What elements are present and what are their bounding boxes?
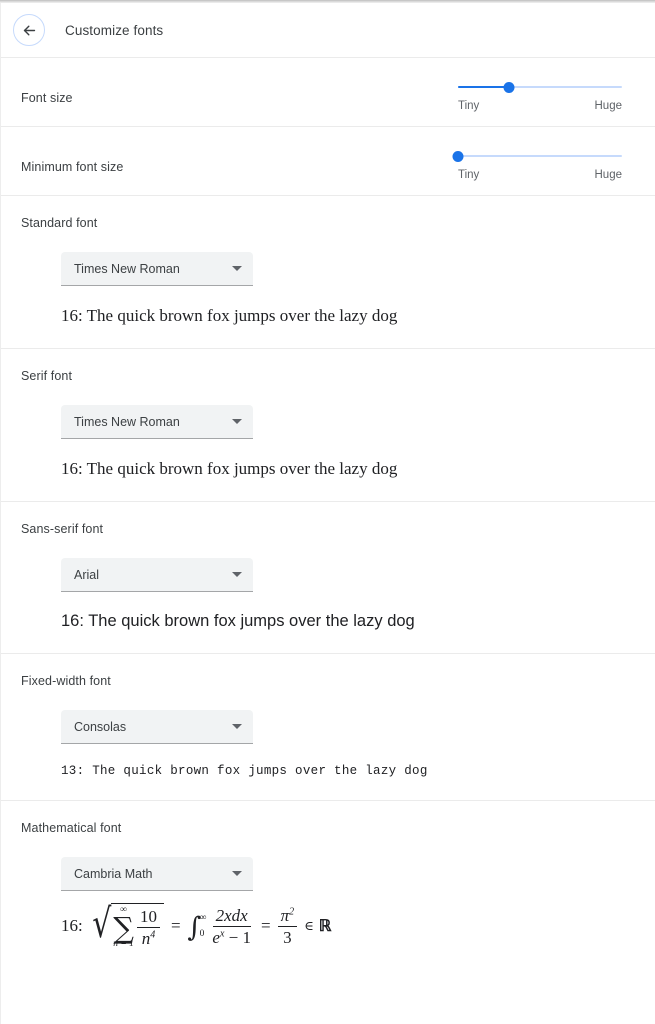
chevron-down-icon <box>232 724 242 729</box>
slider-thumb[interactable] <box>452 150 464 162</box>
sans-serif-font-sample: 16: The quick brown fox jumps over the l… <box>61 612 415 630</box>
math-sample-prefix: 16: <box>61 916 83 936</box>
sigma-icon: ∑ <box>113 910 134 945</box>
slider-thumb[interactable] <box>503 81 515 93</box>
fixed-width-font-section: Fixed-width font Consolas 13: The quick … <box>1 654 655 800</box>
square-root-expression: √ ∞ ∑ n = 1 10 n4 <box>89 903 164 950</box>
standard-font-section: Standard font Times New Roman 16: The qu… <box>1 196 655 348</box>
mathematical-font-sample: 16: √ ∞ ∑ n = 1 10 n4 = ∫ ∞ 0 2xdx ex − … <box>61 891 635 976</box>
back-button[interactable] <box>13 14 45 46</box>
chevron-down-icon <box>232 871 242 876</box>
mathematical-font-section: Mathematical font Cambria Math 16: √ ∞ ∑… <box>1 801 655 976</box>
standard-font-label: Standard font <box>21 216 98 230</box>
equals-sign-2: = <box>260 916 271 936</box>
fixed-width-font-select[interactable]: Consolas <box>61 710 253 744</box>
standard-font-selected-value: Times New Roman <box>74 261 180 276</box>
integrand-denominator: ex − 1 <box>209 927 254 947</box>
fixed-width-font-sample: 13: The quick brown fox jumps over the l… <box>61 764 428 778</box>
minimum-font-size-slider[interactable]: Tiny Huge <box>452 149 622 181</box>
chevron-down-icon <box>232 266 242 271</box>
serif-font-label: Serif font <box>21 369 73 383</box>
standard-font-select[interactable]: Times New Roman <box>61 252 253 286</box>
real-numbers-symbol: ℝ <box>318 918 332 936</box>
radicand: ∞ ∑ n = 1 10 n4 <box>111 903 164 950</box>
fraction-numerator: 10 <box>136 907 160 929</box>
page-title: Customize fonts <box>65 22 164 38</box>
integrand-numerator: 2xdx <box>212 906 251 927</box>
sans-serif-font-select-wrapper: Arial <box>61 558 635 592</box>
denominator-base: e <box>212 927 220 947</box>
serif-font-select-wrapper: Times New Roman <box>61 405 635 439</box>
minimum-font-size-row: Minimum font size Tiny Huge <box>1 127 655 195</box>
denominator-base: n <box>141 929 151 949</box>
three-denominator: 3 <box>283 927 292 947</box>
sans-serif-font-select[interactable]: Arial <box>61 558 253 592</box>
sum-lower-limit: n = 1 <box>113 939 134 950</box>
serif-font-selected-value: Times New Roman <box>74 414 180 429</box>
pi-exponent: 2 <box>289 906 295 918</box>
font-size-row: Font size Tiny Huge <box>1 58 655 126</box>
mathematical-font-selected-value: Cambria Math <box>74 866 153 881</box>
slider-end-labels: Tiny Huge <box>458 169 622 181</box>
font-size-label: Font size <box>21 91 73 105</box>
serif-font-section: Serif font Times New Roman 16: The quick… <box>1 349 655 501</box>
arrow-left-icon <box>21 22 38 39</box>
sans-serif-font-selected-value: Arial <box>74 567 100 582</box>
serif-font-sample: 16: The quick brown fox jumps over the l… <box>61 459 398 478</box>
fraction-integrand: 2xdx ex − 1 <box>209 906 254 947</box>
element-of-symbol: ∈ <box>304 918 314 934</box>
slider-max-label: Huge <box>594 100 623 112</box>
fixed-width-font-label: Fixed-width font <box>21 674 111 688</box>
slider-track[interactable] <box>452 149 622 163</box>
summation: ∞ ∑ n = 1 <box>113 905 134 950</box>
integral-expression: ∫ ∞ 0 <box>187 911 207 943</box>
standard-font-select-wrapper: Times New Roman <box>61 252 635 286</box>
slider-max-label: Huge <box>594 169 623 181</box>
font-size-slider[interactable]: Tiny Huge <box>458 80 622 112</box>
chevron-down-icon <box>232 419 242 424</box>
sans-serif-font-label: Sans-serif font <box>21 522 104 536</box>
slider-track-background <box>458 155 622 157</box>
mathematical-font-select[interactable]: Cambria Math <box>61 857 253 891</box>
denominator-exponent: x <box>219 928 225 940</box>
chevron-down-icon <box>232 572 242 577</box>
denominator-rest: − 1 <box>228 927 251 947</box>
slider-min-label: Tiny <box>458 100 480 112</box>
denominator-exponent: 4 <box>150 929 156 941</box>
customize-fonts-page: Customize fonts Font size Tiny Huge Mini… <box>0 3 655 1024</box>
fraction-pi-squared-over-three: π2 3 <box>277 905 298 947</box>
fixed-width-font-selected-value: Consolas <box>74 719 127 734</box>
mathematical-font-select-wrapper: Cambria Math <box>61 857 635 891</box>
standard-font-sample: 16: The quick brown fox jumps over the l… <box>61 306 398 325</box>
minimum-font-size-label: Minimum font size <box>21 160 124 174</box>
serif-font-select[interactable]: Times New Roman <box>61 405 253 439</box>
radical-sign: √ <box>91 901 112 947</box>
sans-serif-font-section: Sans-serif font Arial 16: The quick brow… <box>1 502 655 653</box>
fraction-denominator: n4 <box>139 928 159 948</box>
mathematical-font-label: Mathematical font <box>21 821 122 835</box>
slider-track-fill <box>458 86 509 88</box>
fixed-width-font-select-wrapper: Consolas <box>61 710 635 744</box>
slider-track[interactable] <box>458 80 622 94</box>
slider-end-labels: Tiny Huge <box>458 100 622 112</box>
equals-sign-1: = <box>170 916 181 936</box>
integral-icon: ∫ <box>187 911 202 943</box>
slider-min-label: Tiny <box>458 169 480 181</box>
page-header: Customize fonts <box>1 3 655 57</box>
pi-symbol: π <box>280 905 290 925</box>
pi-numerator: π2 <box>277 905 298 927</box>
fraction-ten-over-n-fourth: 10 n4 <box>136 907 160 948</box>
